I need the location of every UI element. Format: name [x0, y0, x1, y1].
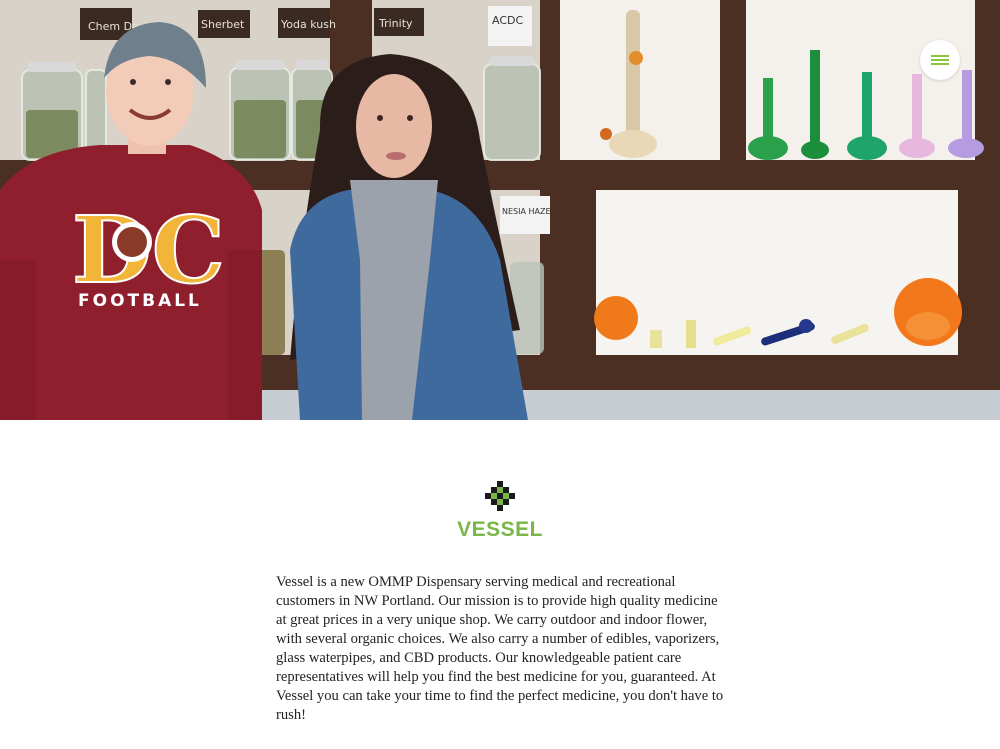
pixel-diamond-logo-icon — [485, 481, 515, 511]
brand-logo[interactable]: VESSEL — [450, 478, 550, 544]
shelf-label-trinity: Trinity — [378, 17, 413, 30]
about-paragraph: Vessel is a new OMMP Dispensary serving … — [276, 574, 724, 723]
shelf-label-sherbet: Sherbet — [201, 18, 245, 31]
hero-photo: Chem Dawg Sherbet Yoda kush Trinity ACDC… — [0, 0, 1000, 420]
shelf-label-yoda: Yoda kush — [280, 18, 336, 31]
shelf-label-acdc: ACDC — [492, 14, 523, 27]
store-interior-illustration: Chem Dawg Sherbet Yoda kush Trinity ACDC… — [0, 0, 1000, 420]
hamburger-icon — [931, 55, 949, 65]
brand-name: VESSEL — [457, 518, 543, 541]
shirt-caption: FOOTBALL — [78, 291, 202, 311]
shelf-label-haze: NESIA HAZE — [502, 207, 551, 216]
menu-button[interactable] — [920, 40, 960, 80]
